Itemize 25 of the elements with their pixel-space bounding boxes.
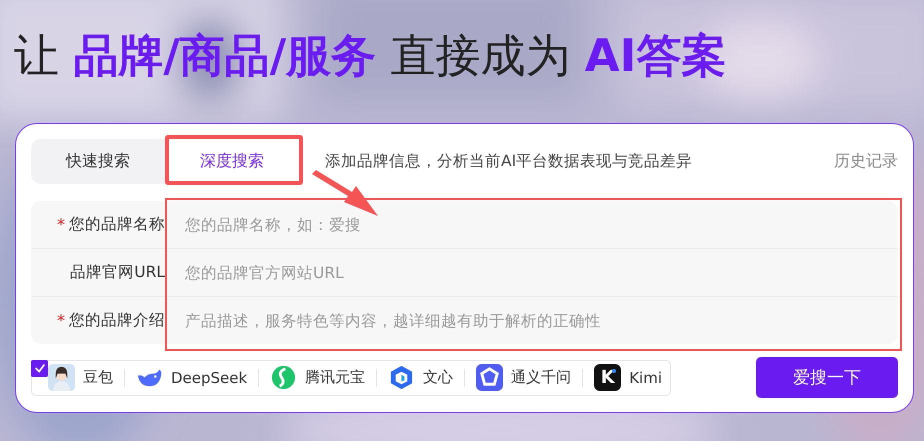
- required-mark: *: [57, 215, 65, 234]
- field-label: 您的品牌名称: [69, 214, 165, 235]
- platform-name: 豆包: [83, 368, 113, 387]
- history-link[interactable]: 历史记录: [834, 151, 898, 172]
- description: 添加品牌信息，分析当前AI平台数据表现与竞品差异: [325, 151, 692, 172]
- search-button[interactable]: 爱搜一下: [756, 357, 898, 398]
- input-field[interactable]: 产品描述，服务特色等内容，越详细越有助于解析的正确性: [169, 297, 898, 344]
- check-icon: [32, 361, 46, 375]
- headline: 让 品牌/商品/服务 直接成为 AI答案: [13, 28, 726, 84]
- app-icon: K: [594, 364, 622, 391]
- tab[interactable]: 快速搜索: [31, 139, 165, 184]
- input-field[interactable]: 您的品牌官方网站URL: [169, 249, 898, 296]
- field-label: 品牌官网URL: [70, 262, 165, 283]
- platform-name: 文心: [423, 368, 454, 387]
- required-mark: *: [57, 311, 65, 330]
- input-field[interactable]: 您的品牌名称，如：爱搜: [169, 201, 898, 248]
- platform-name: Kimi: [629, 368, 662, 386]
- checkbox[interactable]: [31, 360, 48, 376]
- platform-name: 通义千问: [511, 368, 572, 387]
- swirl-icon: [270, 364, 298, 391]
- app-icon: [476, 364, 504, 391]
- platform-name: 腾讯元宝: [305, 368, 366, 387]
- platform-name: DeepSeek: [171, 368, 248, 386]
- field-label: 您的品牌介绍: [69, 310, 165, 331]
- avatar-icon: [48, 364, 75, 391]
